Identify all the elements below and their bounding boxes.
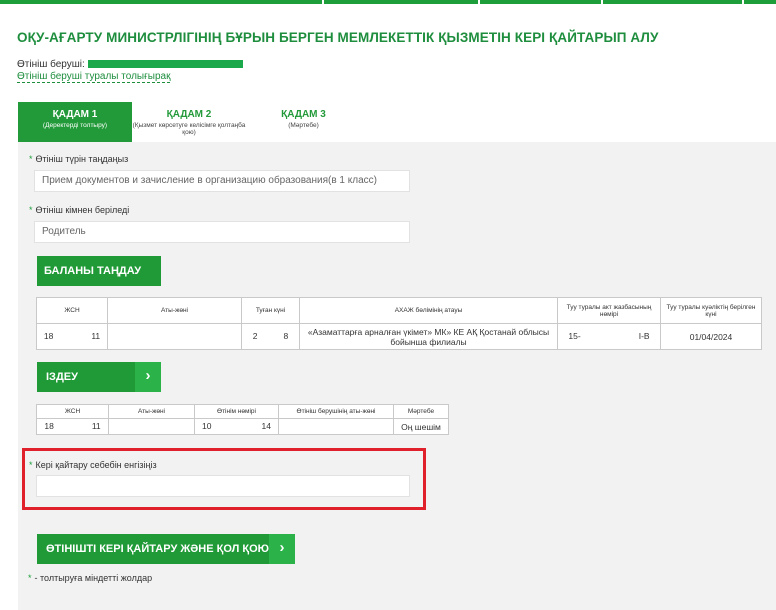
child-table-header: ЖСН Аты-жөні Туған күні АХАЖ бөлімінің а… (36, 297, 762, 324)
redacted-block (257, 331, 284, 342)
tab-step-3-label: ҚАДАМ 3 (281, 109, 326, 120)
tab-step-3[interactable]: ҚАДАМ 3 (Мәртебе) (246, 102, 361, 142)
search-button[interactable]: ІЗДЕУ › (37, 362, 161, 392)
header-application-number: Өтінім нөмірі (194, 404, 279, 419)
redacted-block (580, 331, 639, 342)
header-birth-date: Туған күні (241, 297, 300, 324)
redacted-block (53, 331, 92, 342)
header-iin: ЖСН (36, 297, 108, 324)
table-row[interactable]: 18 11 10 14 Оң шешім (36, 418, 449, 435)
redacted-block (134, 331, 215, 342)
cell-name (107, 323, 242, 350)
cell-birth-act-number: 15- I-B (557, 323, 661, 350)
redacted-block (115, 421, 188, 432)
cell-application-number: 10 14 (194, 418, 279, 435)
cell-iin: 18 11 (36, 418, 109, 435)
withdraw-and-sign-button[interactable]: ӨТІНІШТІ КЕРІ ҚАЙТАРУ ЖӘНЕ ҚОЛ ҚОЮ › (37, 534, 295, 564)
applicant-line: Өтініш беруші: (17, 59, 243, 70)
result-table-header: ЖСН Аты-жөні Өтінім нөмірі Өтініш беруші… (36, 404, 449, 419)
cell-iin: 18 11 (36, 323, 108, 350)
redacted-block (211, 421, 262, 432)
cell-registry-office: «Азаматтарға арналған үкімет» МК» КЕ АҚ … (299, 323, 558, 350)
chevron-right-icon: › (135, 362, 161, 392)
header-name: Аты-жөні (108, 404, 195, 419)
child-table: ЖСН Аты-жөні Туған күні АХАЖ бөлімінің а… (36, 297, 762, 350)
header-iin: ЖСН (36, 404, 109, 419)
tab-step-1-label: ҚАДАМ 1 (52, 109, 98, 120)
header-status: Мәртебе (393, 404, 449, 419)
required-fields-note: * - толтыруға міндетті жолдар (28, 573, 153, 583)
withdraw-and-sign-label: ӨТІНІШТІ КЕРІ ҚАЙТАРУ ЖӘНЕ ҚОЛ ҚОЮ (46, 543, 269, 555)
select-child-button[interactable]: БАЛАНЫ ТАҢДАУ (37, 256, 161, 286)
top-accent-bar (0, 0, 776, 4)
result-table: ЖСН Аты-жөні Өтінім нөмірі Өтініш беруші… (36, 404, 449, 435)
cell-applicant-name (278, 418, 394, 435)
header-certificate-date: Туу туралы куәліктің берілген күні (660, 297, 762, 324)
tab-step-2-sub: (Қызмет көрсетуге келісімге қолтаңба қою… (132, 122, 246, 136)
tab-step-2-label: ҚАДАМ 2 (166, 109, 212, 120)
page-title: ОҚУ-АҒАРТУ МИНИСТРЛІГІНІҢ БҰРЫН БЕРГЕН М… (17, 30, 659, 45)
search-button-label: ІЗДЕУ (46, 371, 78, 383)
tab-step-1-sub: (Деректерді толтыру) (42, 122, 108, 129)
header-applicant-name: Өтініш берушінің аты-жөні (278, 404, 394, 419)
applicant-label: Өтініш беруші: (17, 59, 85, 70)
chevron-right-icon: › (269, 534, 295, 564)
header-registry-office: АХАЖ бөлімінің атауы (299, 297, 558, 324)
applicant-details-link[interactable]: Өтініш беруші туралы толығырақ (17, 71, 171, 83)
request-type-select[interactable]: Прием документов и зачисление в организа… (34, 170, 410, 192)
reason-label: * Кері қайтару себебін енгізіңіз (29, 460, 157, 470)
header-birth-act-number: Туу туралы акт жазбасының нөмірі (557, 297, 661, 324)
cell-birth-date: 28 (241, 323, 300, 350)
cell-name (108, 418, 195, 435)
redacted-block (53, 421, 92, 432)
reason-input[interactable] (36, 475, 410, 497)
cell-status: Оң шешім (393, 418, 449, 435)
tab-step-1[interactable]: ҚАДАМ 1 (Деректерді толтыру) (18, 102, 132, 150)
tab-step-3-sub: (Мәртебе) (288, 122, 319, 129)
tab-step-2[interactable]: ҚАДАМ 2 (Қызмет көрсетуге келісімге қолт… (132, 102, 246, 142)
cell-certificate-date: 01/04/2024 (660, 323, 762, 350)
from-whom-select[interactable]: Родитель (34, 221, 410, 243)
header-name: Аты-жөні (107, 297, 242, 324)
applicant-name-redacted (87, 60, 243, 69)
redacted-block (286, 421, 386, 432)
from-whom-label: * Өтініш кімнен беріледі (29, 205, 130, 215)
table-row[interactable]: 18 11 28 «Азаматтарға арналған үкімет» МК… (36, 323, 762, 350)
step-tabs: ҚАДАМ 1 (Деректерді толтыру) ҚАДАМ 2 (Қы… (18, 102, 361, 150)
request-type-label: * Өтініш түрін таңдаңыз (29, 154, 129, 164)
